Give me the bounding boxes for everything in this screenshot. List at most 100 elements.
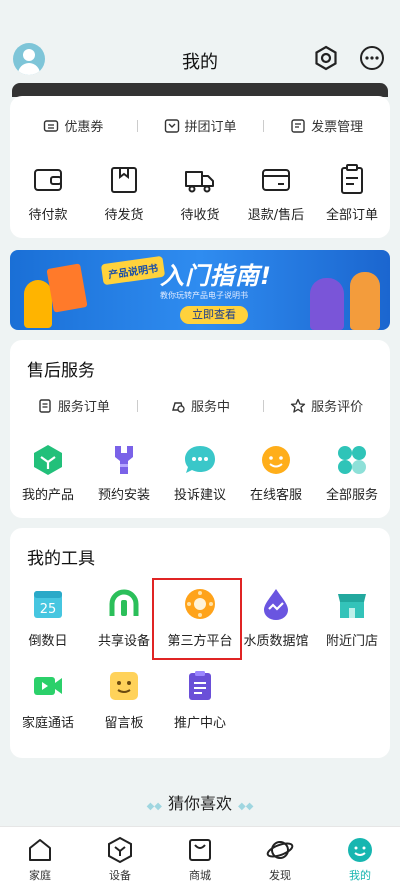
service-review-label: 服务评价 xyxy=(311,400,364,415)
order-pending-shipment[interactable]: 待发货 xyxy=(86,162,162,223)
tool-message-board[interactable]: 留言板 xyxy=(86,668,162,731)
clipboard-list-icon xyxy=(341,164,363,194)
service-label: 投诉建议 xyxy=(173,488,226,503)
guess-title: 猜你喜欢 xyxy=(167,794,232,813)
group-order-label: 拼团订单 xyxy=(184,120,237,135)
face-icon xyxy=(262,446,290,474)
in-service-link[interactable]: 服务中 xyxy=(136,396,264,415)
tool-label: 留言板 xyxy=(104,716,144,731)
tab-discover[interactable]: 发现 xyxy=(240,827,320,889)
order-pending-payment[interactable]: 待付款 xyxy=(10,162,86,223)
tool-nearby-store[interactable]: 附近门店 xyxy=(314,586,390,649)
shopping-bag-icon xyxy=(189,839,211,861)
grid-icon xyxy=(338,446,366,474)
group-order-icon xyxy=(164,118,179,133)
service-all[interactable]: 全部服务 xyxy=(314,442,390,503)
wallet-icon xyxy=(34,169,62,191)
service-label: 我的产品 xyxy=(21,488,74,503)
order-label: 待发货 xyxy=(104,208,144,223)
wrench-icon xyxy=(115,446,133,474)
header: 我的 xyxy=(0,0,400,90)
service-order-icon xyxy=(39,398,51,413)
tool-label: 推广中心 xyxy=(173,716,226,731)
coupon-label: 优惠券 xyxy=(64,120,104,135)
service-review-link[interactable]: 服务评价 xyxy=(263,396,390,415)
order-pending-receipt[interactable]: 待收货 xyxy=(162,162,238,223)
tool-water-quality[interactable]: 水质数据馆 xyxy=(238,586,314,649)
chat-bubble-icon xyxy=(185,446,215,473)
tool-shared-device[interactable]: 共享设备 xyxy=(86,586,162,649)
service-my-products[interactable]: 我的产品 xyxy=(10,442,86,503)
banner-cta-button[interactable]: 立即查看 xyxy=(180,306,248,324)
store-icon xyxy=(338,594,366,618)
group-order-link[interactable]: 拼团订单 xyxy=(136,116,264,135)
calendar-icon: 25 xyxy=(34,591,62,618)
in-service-icon xyxy=(172,401,185,413)
order-label: 待收货 xyxy=(180,208,220,223)
tab-label: 我的 xyxy=(349,869,371,882)
invoice-link[interactable]: 发票管理 xyxy=(263,116,390,135)
tab-label: 设备 xyxy=(109,869,131,882)
tool-label: 水质数据馆 xyxy=(243,634,309,649)
banner-title: 入门指南! xyxy=(160,262,272,290)
star-icon xyxy=(291,398,306,413)
tab-device[interactable]: 设备 xyxy=(80,827,160,889)
guess-section-title: ◆◆ 猜你喜欢 ◆◆ xyxy=(146,794,254,813)
tool-countdown[interactable]: 25 倒数日 xyxy=(10,586,86,649)
book-illustration xyxy=(46,263,88,313)
coupon-link[interactable]: 优惠券 xyxy=(10,116,137,135)
invoice-icon xyxy=(291,118,305,133)
service-card: 售后服务 服务订单 服务中 服务评价 我的产品 预约安装 投诉建议 在线客服 全… xyxy=(10,340,390,518)
tab-mall[interactable]: 商城 xyxy=(160,827,240,889)
more-icon[interactable] xyxy=(358,44,386,72)
cube-icon xyxy=(34,445,62,475)
shared-device-icon xyxy=(109,589,139,616)
page-title: 我的 xyxy=(182,52,218,73)
orders-card: 优惠券 拼团订单 发票管理 待付款 待发货 待收货 退款/售后 全部订单 xyxy=(10,96,390,238)
device-icon xyxy=(108,836,132,864)
package-icon xyxy=(111,167,137,193)
tool-label: 家庭通话 xyxy=(21,716,74,731)
tool-label: 倒数日 xyxy=(28,634,68,649)
order-label: 待付款 xyxy=(28,208,68,223)
planet-icon xyxy=(266,841,294,859)
tab-label: 商城 xyxy=(189,869,211,882)
tool-promotion[interactable]: 推广中心 xyxy=(162,668,238,731)
guide-banner[interactable]: 产品说明书 入门指南! 教你玩转产品电子说明书 立即查看 xyxy=(10,250,390,330)
service-label: 全部服务 xyxy=(325,488,378,503)
home-icon xyxy=(29,839,51,861)
order-label: 退款/售后 xyxy=(247,208,305,223)
refund-card-icon xyxy=(262,169,290,191)
banner-subtitle: 教你玩转产品电子说明书 xyxy=(160,291,248,300)
tab-label: 发现 xyxy=(269,869,291,882)
tools-title: 我的工具 xyxy=(27,549,95,569)
header-strip xyxy=(12,83,388,97)
service-complaint[interactable]: 投诉建议 xyxy=(162,442,238,503)
smile-icon xyxy=(348,838,372,862)
highlight-box xyxy=(152,578,242,660)
service-online-support[interactable]: 在线客服 xyxy=(238,442,314,503)
service-title: 售后服务 xyxy=(27,361,95,381)
message-board-icon xyxy=(110,672,138,700)
video-call-icon xyxy=(34,677,62,695)
service-order-label: 服务订单 xyxy=(57,400,110,415)
tab-label: 家庭 xyxy=(29,869,51,882)
invoice-label: 发票管理 xyxy=(311,120,364,135)
banner-tag: 产品说明书 xyxy=(100,255,166,286)
tool-family-call[interactable]: 家庭通话 xyxy=(10,668,86,731)
settings-icon[interactable] xyxy=(312,44,340,72)
tool-label: 共享设备 xyxy=(97,634,150,649)
order-all[interactable]: 全部订单 xyxy=(314,162,390,223)
coupon-icon xyxy=(44,119,59,132)
order-refund[interactable]: 退款/售后 xyxy=(238,162,314,223)
water-drop-icon xyxy=(264,589,288,620)
service-order-link[interactable]: 服务订单 xyxy=(10,396,137,415)
service-label: 预约安装 xyxy=(97,488,150,503)
tab-mine[interactable]: 我的 xyxy=(320,827,400,889)
truck-icon xyxy=(185,171,214,193)
promotion-icon xyxy=(189,671,211,700)
service-install[interactable]: 预约安装 xyxy=(86,442,162,503)
tab-home[interactable]: 家庭 xyxy=(0,827,80,889)
tab-bar: 家庭 设备 商城 发现 我的 xyxy=(0,826,400,889)
order-label: 全部订单 xyxy=(325,208,378,223)
